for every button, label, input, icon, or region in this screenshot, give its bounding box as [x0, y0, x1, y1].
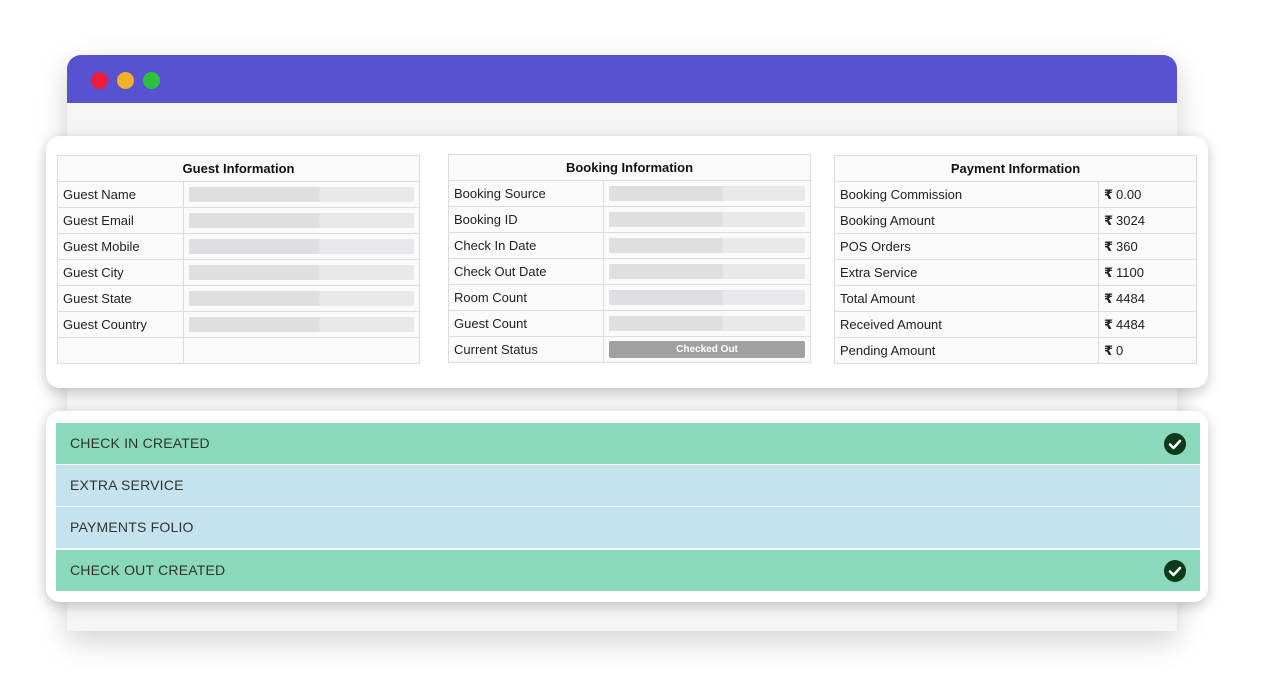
table-row: Current Status Checked Out [448, 336, 812, 363]
rupee-icon: ₹ [1104, 342, 1114, 358]
total-amount-label: Total Amount [834, 285, 1099, 312]
booking-source-value [609, 186, 806, 201]
payment-information-table: Payment Information Booking Commission ₹0… [833, 155, 1198, 364]
table-row: Guest Country [57, 311, 421, 338]
table-row: Booking Commission ₹0.00 [834, 181, 1198, 208]
rupee-icon: ₹ [1104, 290, 1114, 306]
guest-count-label: Guest Count [448, 310, 604, 337]
table-row: Total Amount ₹4484 [834, 285, 1198, 312]
guest-email-value [189, 213, 415, 228]
table-row: Guest State [57, 285, 421, 312]
guest-country-value [189, 317, 415, 332]
step-check-out-created[interactable]: CHECK OUT CREATED [56, 550, 1200, 591]
guest-state-label: Guest State [57, 285, 184, 312]
pos-orders-value: ₹360 [1097, 233, 1198, 260]
empty-cell [57, 337, 184, 364]
received-amount-label: Received Amount [834, 311, 1099, 338]
booking-commission-value: ₹0.00 [1097, 181, 1198, 208]
rupee-icon: ₹ [1104, 212, 1114, 228]
guest-city-label: Guest City [57, 259, 184, 286]
guest-mobile-label: Guest Mobile [57, 233, 184, 260]
current-status-label: Current Status [448, 336, 604, 363]
check-in-date-label: Check In Date [448, 232, 604, 259]
check-out-date-label: Check Out Date [448, 258, 604, 285]
rupee-icon: ₹ [1104, 186, 1114, 202]
booking-details-card: Guest Information Guest Name Guest Email… [46, 136, 1208, 388]
table-row: Guest Mobile [57, 233, 421, 260]
check-in-date-value [609, 238, 806, 253]
rupee-icon: ₹ [1104, 264, 1114, 280]
extra-service-label: Extra Service [834, 259, 1099, 286]
step-label: PAYMENTS FOLIO [70, 519, 194, 535]
check-out-date-value [609, 264, 806, 279]
booking-information-table: Booking Information Booking Source Booki… [447, 154, 812, 363]
step-payments-folio[interactable]: PAYMENTS FOLIO [56, 507, 1200, 548]
booking-information-title: Booking Information [447, 154, 812, 181]
rupee-icon: ₹ [1104, 238, 1114, 254]
check-circle-icon [1164, 560, 1186, 582]
guest-city-value [189, 265, 415, 280]
table-row: Received Amount ₹4484 [834, 311, 1198, 338]
booking-amount-label: Booking Amount [834, 207, 1099, 234]
guest-state-value [189, 291, 415, 306]
minimize-window-button[interactable] [117, 72, 134, 89]
pending-amount-value: ₹0 [1097, 337, 1198, 364]
room-count-label: Room Count [448, 284, 604, 311]
table-row: POS Orders ₹360 [834, 233, 1198, 260]
step-label: CHECK OUT CREATED [70, 562, 226, 578]
booking-progress-card: CHECK IN CREATED EXTRA SERVICE PAYMENTS … [46, 411, 1208, 602]
close-window-button[interactable] [91, 72, 108, 89]
step-extra-service[interactable]: EXTRA SERVICE [56, 465, 1200, 506]
guest-name-value [189, 187, 415, 202]
payment-information-title: Payment Information [833, 155, 1198, 182]
maximize-window-button[interactable] [143, 72, 160, 89]
guest-count-value [609, 316, 806, 331]
pending-amount-label: Pending Amount [834, 337, 1099, 364]
empty-cell [182, 337, 421, 364]
table-row: Extra Service ₹1100 [834, 259, 1198, 286]
booking-id-value [609, 212, 806, 227]
booking-commission-label: Booking Commission [834, 181, 1099, 208]
table-row: Pending Amount ₹0 [834, 337, 1198, 364]
total-amount-value: ₹4484 [1097, 285, 1198, 312]
guest-email-label: Guest Email [57, 207, 184, 234]
room-count-value [609, 290, 806, 305]
table-row: Booking Source [448, 180, 812, 207]
rupee-icon: ₹ [1104, 316, 1114, 332]
pos-orders-label: POS Orders [834, 233, 1099, 260]
table-row: Guest City [57, 259, 421, 286]
guest-country-label: Guest Country [57, 311, 184, 338]
guest-information-table: Guest Information Guest Name Guest Email… [56, 155, 421, 364]
check-circle-icon [1164, 433, 1186, 455]
table-row: Check In Date [448, 232, 812, 259]
table-row: Guest Name [57, 181, 421, 208]
table-row: Check Out Date [448, 258, 812, 285]
window-titlebar [67, 55, 1177, 103]
booking-source-label: Booking Source [448, 180, 604, 207]
table-row: Guest Count [448, 310, 812, 337]
booking-id-label: Booking ID [448, 206, 604, 233]
table-row: Booking Amount ₹3024 [834, 207, 1198, 234]
status-badge: Checked Out [609, 341, 806, 358]
table-row: Booking ID [448, 206, 812, 233]
extra-service-value: ₹1100 [1097, 259, 1198, 286]
step-label: EXTRA SERVICE [70, 477, 184, 493]
table-row: Guest Email [57, 207, 421, 234]
table-row [57, 337, 421, 364]
guest-name-label: Guest Name [57, 181, 184, 208]
guest-mobile-value [189, 239, 415, 254]
step-check-in-created[interactable]: CHECK IN CREATED [56, 423, 1200, 464]
received-amount-value: ₹4484 [1097, 311, 1198, 338]
guest-information-title: Guest Information [56, 155, 421, 182]
booking-amount-value: ₹3024 [1097, 207, 1198, 234]
table-row: Room Count [448, 284, 812, 311]
step-label: CHECK IN CREATED [70, 435, 210, 451]
